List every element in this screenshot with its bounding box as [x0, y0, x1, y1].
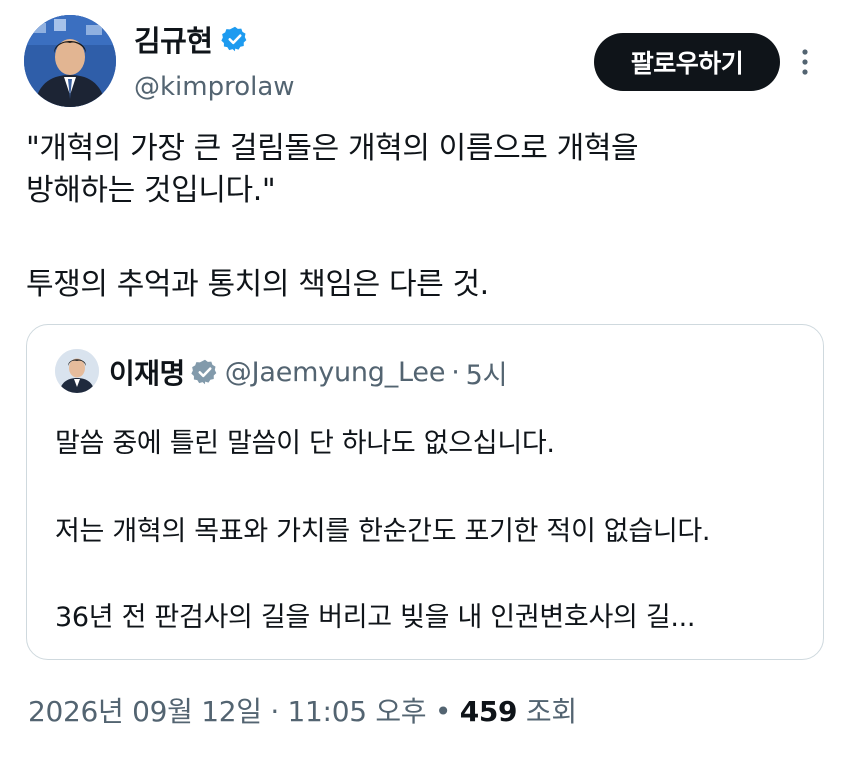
tweet-text-line-2: 방해하는 것입니다." [26, 173, 276, 208]
quote-text-line-3: 36년 전 판검사의 길을 버리고 빚을 내 인권변호사의 길... [55, 602, 696, 633]
tweet-text-line-3: 투쟁의 추억과 통치의 책임은 다른 것. [26, 267, 489, 302]
quote-header: 이재명 @Jaemyung_Lee · 5시 [109, 352, 507, 392]
quote-author-avatar-image [55, 349, 99, 393]
footer-separator-1: · [270, 695, 279, 728]
author-display-name[interactable]: 김규현 [134, 18, 213, 60]
tweet-time[interactable]: 11:05 오후 [288, 695, 427, 728]
tweet-metadata: 2026년 09월 12일 · 11:05 오후 • 459 조회 [28, 690, 577, 730]
follow-button[interactable]: 팔로우하기 [594, 33, 780, 91]
quote-author-handle[interactable]: @Jaemyung_Lee [225, 357, 446, 388]
tweet-text-line-1: "개혁의 가장 큰 걸림돌은 개혁의 이름으로 개혁을 [26, 131, 639, 166]
footer-separator-2: • [434, 695, 452, 728]
views-label: 조회 [525, 695, 577, 728]
author-name-row: 김규현 [134, 18, 249, 60]
quote-verified-badge-icon [191, 358, 219, 386]
author-handle[interactable]: @kimprolaw [134, 72, 295, 102]
views-count[interactable]: 459 [460, 695, 518, 728]
verified-badge-icon [220, 25, 249, 53]
author-avatar-image [24, 15, 116, 107]
quoted-tweet-card[interactable]: 이재명 @Jaemyung_Lee · 5시 말씀 중에 틀린 말씀이 단 하나… [26, 324, 824, 660]
quote-author-name[interactable]: 이재명 [109, 352, 185, 392]
quote-meta-separator: · [451, 356, 460, 388]
quote-timestamp[interactable]: 5시 [466, 353, 508, 392]
author-avatar[interactable] [24, 15, 116, 107]
quote-text-line-2: 저는 개혁의 목표와 가치를 한순간도 포기한 적이 없습니다. [55, 516, 711, 547]
tweet-date[interactable]: 2026년 09월 12일 [28, 695, 262, 728]
more-vertical-icon[interactable] [796, 44, 814, 80]
quote-author-avatar[interactable] [55, 349, 99, 393]
quote-text-line-1: 말씀 중에 틀린 말씀이 단 하나도 없으십니다. [55, 428, 555, 459]
